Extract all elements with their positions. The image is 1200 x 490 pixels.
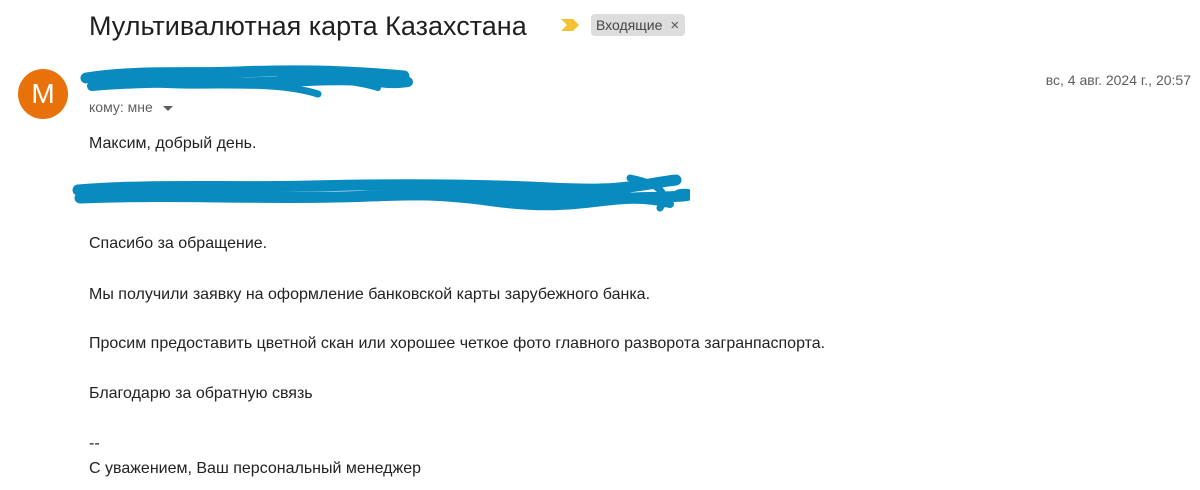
email-subject: Мультивалютная карта Казахстана	[89, 11, 527, 41]
email-signature: С уважением, Ваш персональный менеджер	[89, 460, 422, 477]
sender-avatar[interactable]: М	[18, 69, 68, 119]
recipient-text: кому: мне	[89, 99, 153, 115]
redacted-body-line	[72, 174, 690, 212]
email-request-scan: Просим предоставить цветной скан или хор…	[89, 335, 826, 352]
label-chip-text: Входящие	[596, 17, 663, 33]
label-chip-inbox[interactable]: Входящие ×	[591, 14, 686, 36]
caret-down-icon[interactable]	[162, 105, 173, 111]
email-request-received: Мы получили заявку на оформление банковс…	[89, 286, 651, 303]
redacted-sender-name	[80, 65, 413, 98]
importance-marker-icon[interactable]	[560, 18, 580, 32]
email-date: вс, 4 авг. 2024 г., 20:57	[1045, 72, 1191, 88]
close-icon[interactable]: ×	[670, 18, 679, 33]
sender-avatar-initial: М	[31, 78, 55, 109]
email-greeting: Максим, добрый день.	[89, 135, 257, 152]
email-thanks: Спасибо за обращение.	[89, 235, 268, 252]
recipient-line[interactable]: кому: мне	[89, 99, 173, 115]
signature-separator: --	[89, 435, 100, 452]
email-gratitude: Благодарю за обратную связь	[89, 385, 313, 402]
